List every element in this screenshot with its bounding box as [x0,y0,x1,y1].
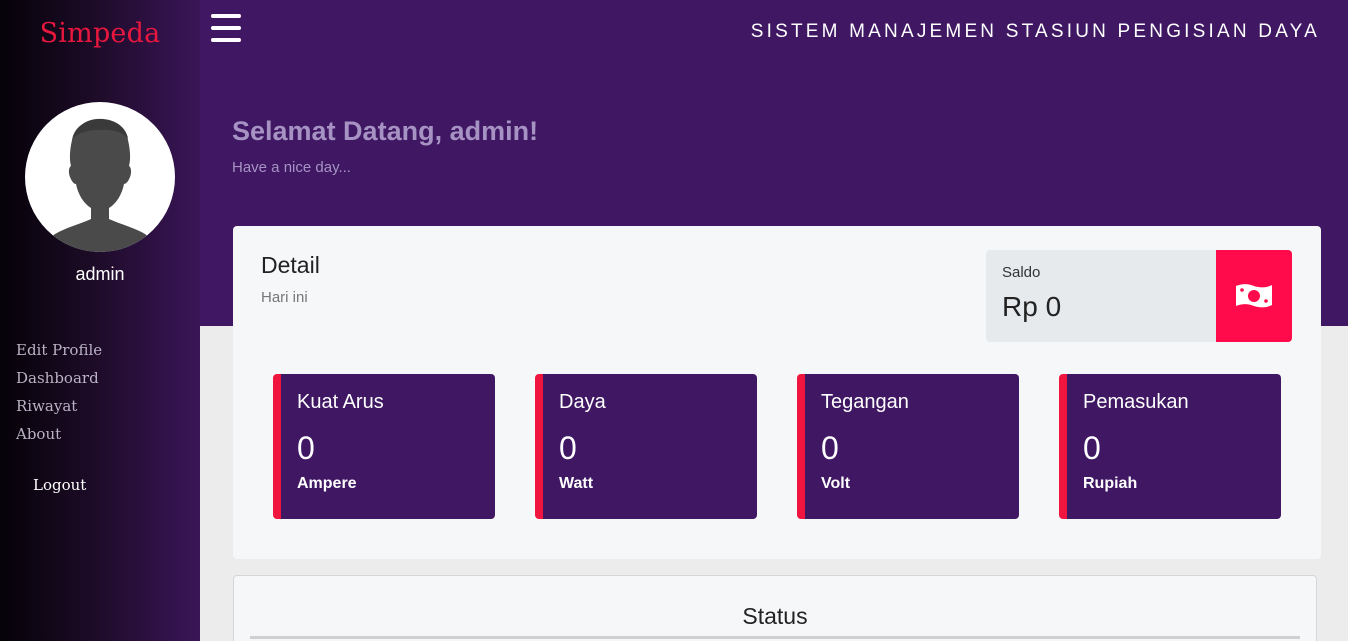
status-title: Status [742,603,808,629]
sidebar-item-riwayat[interactable]: Riwayat [16,392,102,420]
stat-unit: Watt [559,475,594,492]
username: admin [75,264,125,284]
sidebar-item-about[interactable]: About [16,420,102,448]
stat-card-pemasukan: Pemasukan 0 Rupiah [1059,374,1281,519]
money-bill-icon [1216,250,1292,342]
stat-value: 0 [297,430,315,466]
logout-button[interactable]: Logout [33,476,86,494]
stat-unit: Rupiah [1083,475,1138,492]
app-title: SISTEM MANAJEMEN STASIUN PENGISIAN DAYA [750,21,1320,42]
status-card: Status [233,575,1317,641]
sidebar-item-dashboard[interactable]: Dashboard [16,364,102,392]
stat-unit: Volt [821,475,851,492]
stat-value: 0 [1083,430,1101,466]
stat-card-daya: Daya 0 Watt [535,374,757,519]
user-silhouette-icon [47,118,153,252]
stat-title: Daya [559,391,606,413]
welcome-subtitle: Have a nice day... [232,159,351,176]
hamburger-icon[interactable] [211,14,241,42]
saldo-label: Saldo [1002,264,1041,281]
detail-subtitle: Hari ini [261,289,308,306]
detail-title: Detail [261,252,320,278]
stat-title: Pemasukan [1083,391,1189,413]
stat-card-tegangan: Tegangan 0 Volt [797,374,1019,519]
stat-title: Tegangan [821,391,909,413]
divider [250,636,1300,639]
sidebar-item-edit-profile[interactable]: Edit Profile [16,336,102,364]
avatar [25,102,175,252]
saldo-box: Saldo Rp 0 [986,250,1292,342]
welcome-heading: Selamat Datang, admin! [232,116,539,146]
stat-value: 0 [821,430,839,466]
stat-card-kuat-arus: Kuat Arus 0 Ampere [273,374,495,519]
sidebar-nav: Edit Profile Dashboard Riwayat About [16,336,102,448]
stat-value: 0 [559,430,577,466]
stat-unit: Ampere [297,475,357,492]
stat-title: Kuat Arus [297,391,384,413]
brand-logo[interactable]: Simpeda [0,18,200,49]
sidebar: Simpeda admin Edit Profile Dashboard Riw… [0,0,200,641]
detail-card: Detail Hari ini Saldo Rp 0 Kuat Arus 0 A… [233,226,1321,559]
saldo-value: Rp 0 [1002,291,1062,322]
